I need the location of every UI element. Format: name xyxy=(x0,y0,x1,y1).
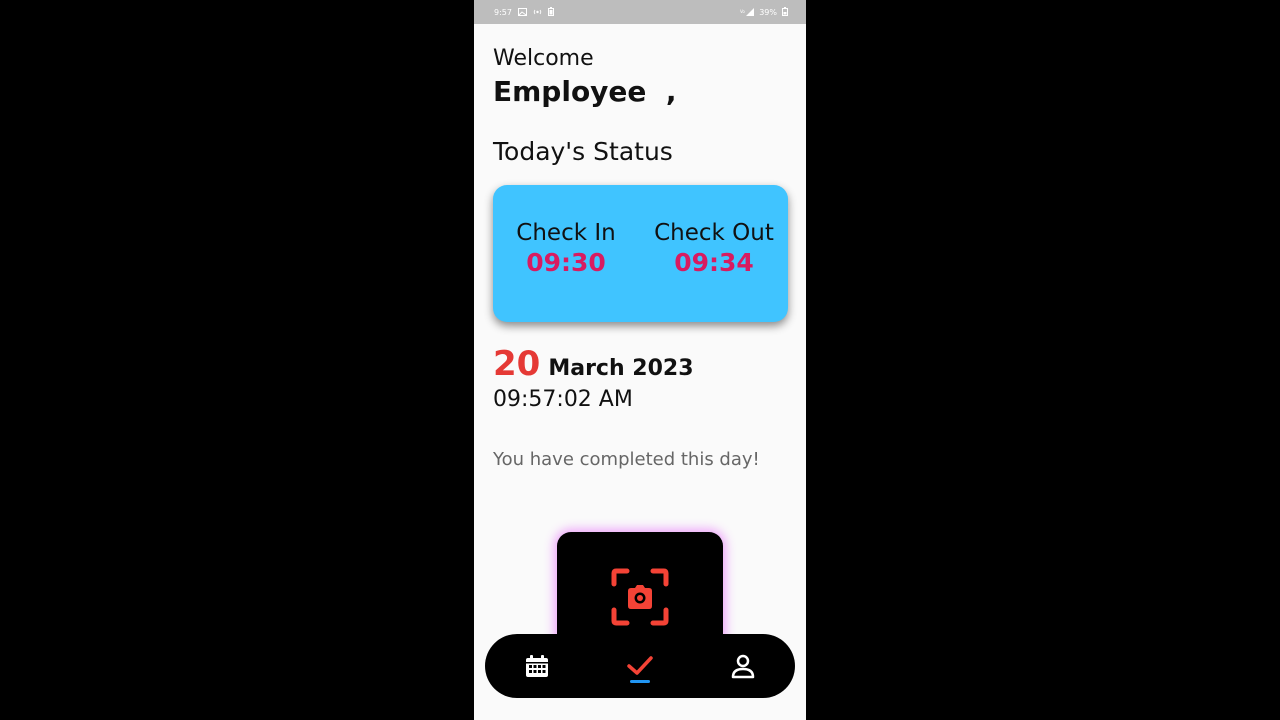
calendar-icon[interactable] xyxy=(523,652,551,680)
svg-text:Vo: Vo xyxy=(740,9,745,14)
check-icon[interactable] xyxy=(626,652,654,680)
check-out-time: 09:34 xyxy=(674,248,754,277)
bottom-navigation xyxy=(485,634,795,698)
section-title: Today's Status xyxy=(493,137,673,166)
user-name: Employee , xyxy=(493,75,677,108)
phone-screen: 9:57 Vo 39% Welcome Employee , Today's S… xyxy=(474,0,806,720)
status-time: 9:57 xyxy=(494,8,512,17)
battery-percent: 39% xyxy=(759,8,777,17)
battery-icon xyxy=(782,7,788,18)
signal-icon: Vo xyxy=(740,7,755,18)
hotspot-icon xyxy=(533,8,542,18)
gallery-notification-icon xyxy=(517,7,527,18)
battery-saver-icon xyxy=(547,7,554,18)
person-icon[interactable] xyxy=(729,652,757,680)
check-out-label: Check Out xyxy=(654,220,774,246)
check-in-column: Check In 09:30 xyxy=(507,218,625,278)
completion-message: You have completed this day! xyxy=(493,449,760,470)
active-tab-indicator xyxy=(630,680,650,683)
date-month-year: March 2023 xyxy=(548,356,694,381)
status-bar: 9:57 Vo 39% xyxy=(474,0,806,24)
today-status-card: Check In 09:30 Check Out 09:34 xyxy=(493,185,788,322)
date-display: 20 March 2023 xyxy=(493,344,694,384)
date-day: 20 xyxy=(493,344,541,384)
check-in-label: Check In xyxy=(516,220,616,246)
camera-scan-icon xyxy=(610,567,670,631)
check-out-column: Check Out 09:34 xyxy=(641,218,787,278)
welcome-text: Welcome xyxy=(493,46,594,71)
check-in-time: 09:30 xyxy=(526,248,606,277)
clock-time: 09:57:02 AM xyxy=(493,387,633,412)
